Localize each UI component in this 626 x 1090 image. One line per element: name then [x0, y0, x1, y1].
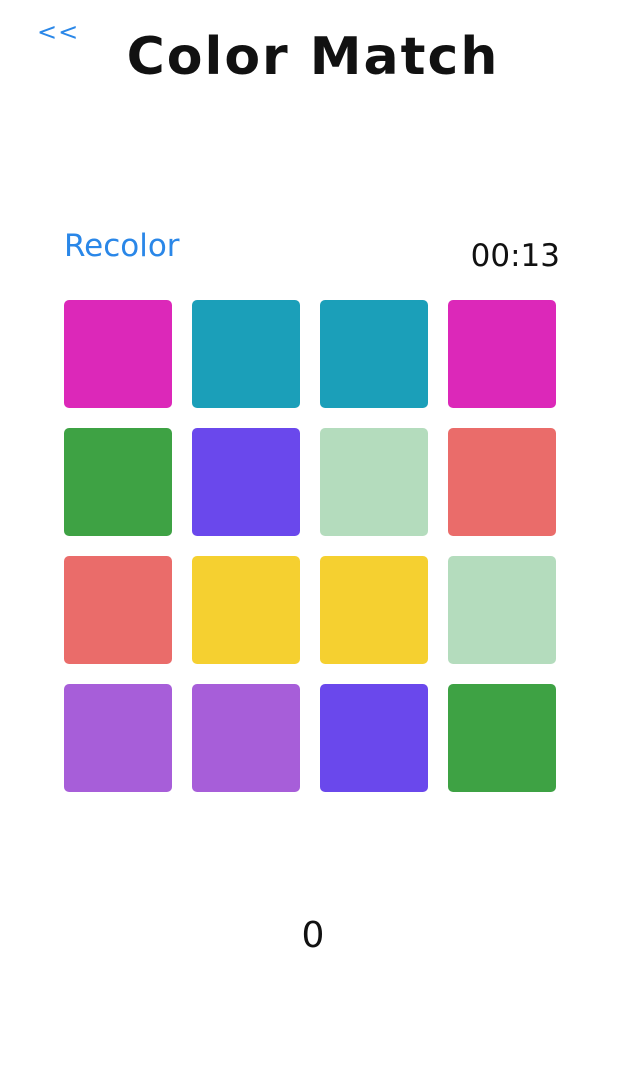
tile-r1-c4[interactable] [448, 300, 556, 408]
page-title: Color Match [126, 27, 500, 87]
recolor-button[interactable]: Recolor [64, 224, 180, 268]
tile-r2-c2[interactable] [192, 428, 300, 536]
tile-grid [64, 300, 556, 792]
tile-r2-c4[interactable] [448, 428, 556, 536]
tile-r4-c4[interactable] [448, 684, 556, 792]
tile-r3-c4[interactable] [448, 556, 556, 664]
tile-r4-c1[interactable] [64, 684, 172, 792]
tile-r1-c1[interactable] [64, 300, 172, 408]
tile-r3-c3[interactable] [320, 556, 428, 664]
tile-r1-c3[interactable] [320, 300, 428, 408]
tile-r3-c2[interactable] [192, 556, 300, 664]
tile-r4-c2[interactable] [192, 684, 300, 792]
tile-r4-c3[interactable] [320, 684, 428, 792]
timer: 00:13 [470, 238, 560, 274]
tile-r2-c1[interactable] [64, 428, 172, 536]
tile-r2-c3[interactable] [320, 428, 428, 536]
tile-r3-c1[interactable] [64, 556, 172, 664]
score: 0 [301, 915, 325, 956]
tile-r1-c2[interactable] [192, 300, 300, 408]
